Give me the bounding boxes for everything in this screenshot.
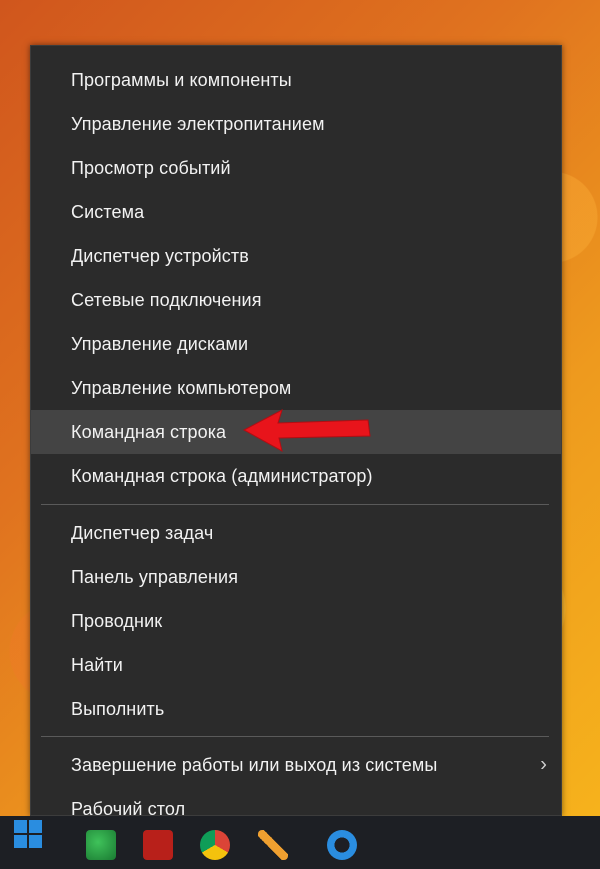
menu-item-computer-management[interactable]: Управление компьютером <box>31 366 561 410</box>
menu-item-label: Управление компьютером <box>71 377 292 398</box>
menu-item-power-options[interactable]: Управление электропитанием <box>31 102 561 146</box>
red-arrow-annotation-icon <box>242 408 371 452</box>
menu-item-file-explorer[interactable]: Проводник <box>31 599 561 643</box>
menu-item-label: Командная строка <box>71 421 227 442</box>
filezilla-icon[interactable] <box>143 830 173 860</box>
menu-separator <box>41 736 549 737</box>
menu-item-label: Управление электропитанием <box>71 113 325 134</box>
menu-item-disk-management[interactable]: Управление дисками <box>31 322 561 366</box>
menu-item-run[interactable]: Выполнить <box>31 687 561 731</box>
menu-item-device-manager[interactable]: Диспетчер устройств <box>31 234 561 278</box>
menu-item-label: Система <box>71 201 145 222</box>
menu-item-label: Сетевые подключения <box>71 289 262 310</box>
chrome-icon[interactable] <box>200 830 230 860</box>
menu-item-label: Найти <box>71 654 123 675</box>
taskbar <box>0 816 600 869</box>
menu-item-label: Диспетчер задач <box>71 522 214 543</box>
menu-item-system[interactable]: Система <box>31 190 561 234</box>
menu-item-event-viewer[interactable]: Просмотр событий <box>31 146 561 190</box>
menu-item-programs-features[interactable]: Программы и компоненты <box>31 58 561 102</box>
menu-item-label: Проводник <box>71 610 163 631</box>
menu-item-label: Управление дисками <box>71 333 249 354</box>
menu-item-shutdown-signout[interactable]: Завершение работы или выход из системы › <box>31 743 561 787</box>
phone-icon[interactable] <box>86 830 116 860</box>
chevron-right-icon: › <box>540 753 547 776</box>
pencil-icon[interactable] <box>258 830 288 860</box>
menu-item-label: Выполнить <box>71 698 165 719</box>
menu-item-command-prompt-admin[interactable]: Командная строка (администратор) <box>31 454 561 498</box>
menu-item-label: Завершение работы или выход из системы <box>71 754 438 775</box>
menu-item-label: Программы и компоненты <box>71 69 292 90</box>
edge-icon[interactable] <box>327 830 357 860</box>
menu-item-label: Диспетчер устройств <box>71 245 249 266</box>
menu-item-search[interactable]: Найти <box>31 643 561 687</box>
menu-separator <box>41 504 549 505</box>
menu-item-network-connections[interactable]: Сетевые подключения <box>31 278 561 322</box>
menu-item-label: Командная строка (администратор) <box>71 465 373 486</box>
windows-start-icon[interactable] <box>14 820 44 850</box>
menu-item-label: Панель управления <box>71 566 239 587</box>
menu-item-task-manager[interactable]: Диспетчер задач <box>31 511 561 555</box>
menu-item-control-panel[interactable]: Панель управления <box>31 555 561 599</box>
menu-item-label: Просмотр событий <box>71 157 231 178</box>
